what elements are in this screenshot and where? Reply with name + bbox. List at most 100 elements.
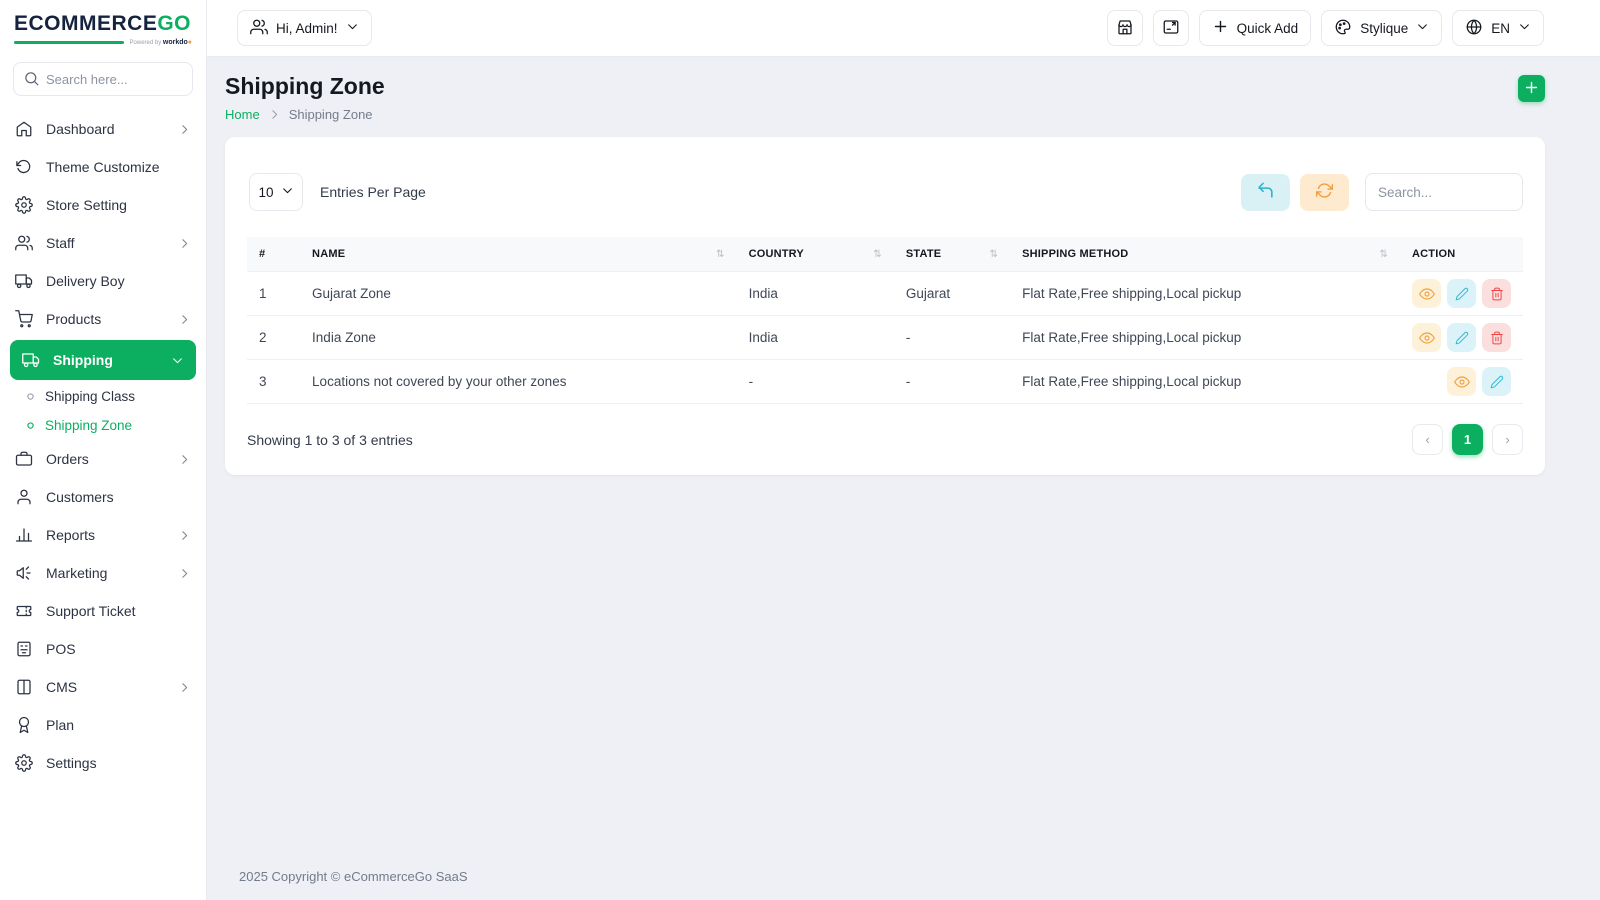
plus-icon — [1523, 79, 1540, 99]
sidebar-item-cms[interactable]: CMS — [0, 668, 206, 706]
sidebar-item-label: Staff — [46, 235, 75, 251]
table-row: 3 Locations not covered by your other zon… — [247, 359, 1523, 404]
sidebar-item-pos[interactable]: POS — [0, 630, 206, 668]
pagination-prev-button[interactable]: ‹ — [1412, 424, 1443, 455]
chevron-down-icon — [281, 184, 294, 200]
view-button[interactable] — [1447, 367, 1476, 396]
column-header-label: # — [259, 248, 266, 260]
cell-number: 2 — [247, 315, 301, 360]
sidebar-item-reports[interactable]: Reports — [0, 516, 206, 554]
pagination-next-button[interactable]: › — [1492, 424, 1523, 455]
sidebar-item-staff[interactable]: Staff — [0, 224, 206, 262]
sidebar-item-products[interactable]: Products — [0, 300, 206, 338]
undo-button[interactable] — [1241, 173, 1290, 211]
edit-button[interactable] — [1447, 279, 1476, 308]
chevron-right-icon — [178, 529, 191, 542]
column-header-shipping-method[interactable]: SHIPPING METHOD ⇅ — [1010, 237, 1400, 272]
sidebar-subitem-shipping-class[interactable]: Shipping Class — [0, 382, 206, 411]
cell-state: - — [893, 315, 1011, 360]
column-header-name[interactable]: NAME ⇅ — [300, 237, 737, 272]
logo-text: ECOMMERCEGO — [14, 12, 192, 36]
sidebar-subitem-shipping-zone[interactable]: Shipping Zone — [0, 411, 206, 440]
cell-name: Locations not covered by your other zone… — [300, 359, 737, 404]
search-icon — [23, 70, 40, 92]
eye-icon — [1418, 286, 1435, 302]
column-header-label: COUNTRY — [748, 248, 804, 260]
theme-label: Stylique — [1360, 20, 1409, 36]
entries-per-page-select[interactable]: 10 — [249, 173, 303, 211]
edit-button[interactable] — [1447, 323, 1476, 352]
truck-icon — [15, 272, 33, 290]
column-header-state[interactable]: STATE ⇅ — [893, 237, 1011, 272]
pagination-page-1-button[interactable]: 1 — [1452, 424, 1483, 455]
cell-shipping-method: Flat Rate,Free shipping,Local pickup — [1010, 315, 1400, 360]
add-shipping-zone-button[interactable] — [1518, 75, 1545, 102]
table-row: 1 Gujarat Zone India Gujarat Flat Rate,Free … — [247, 271, 1523, 316]
sidebar-item-label: CMS — [46, 679, 78, 695]
entries-per-page-value: 10 — [258, 184, 274, 200]
storefront-button[interactable] — [1106, 10, 1143, 46]
sidebar-item-support-ticket[interactable]: Support Ticket — [0, 592, 206, 630]
cell-name: Gujarat Zone — [300, 271, 737, 316]
sidebar-item-dashboard[interactable]: Dashboard — [0, 110, 206, 148]
chevron-right-icon — [178, 681, 191, 694]
chevron-right-icon — [178, 123, 191, 136]
copyright-text: 2025 Copyright © eCommerceGo SaaS — [239, 869, 468, 884]
view-button[interactable] — [1412, 279, 1441, 308]
language-select-button[interactable]: EN — [1452, 10, 1544, 46]
sidebar-item-store-setting[interactable]: Store Setting — [0, 186, 206, 224]
refresh-button[interactable] — [1300, 173, 1349, 211]
sidebar-item-settings[interactable]: Settings — [0, 744, 206, 782]
sidebar-search-input[interactable] — [13, 62, 193, 96]
sidebar-item-label: Marketing — [46, 565, 108, 581]
storefront-icon — [1116, 18, 1134, 39]
sidebar-item-theme-customize[interactable]: Theme Customize — [0, 148, 206, 186]
logo-accent: GO — [157, 12, 192, 35]
briefcase-icon — [15, 450, 33, 468]
chevron-down-icon — [1416, 20, 1429, 36]
sidebar-item-shipping[interactable]: Shipping — [10, 340, 196, 380]
sort-icon[interactable]: ⇅ — [708, 249, 725, 260]
sidebar-item-label: Reports — [46, 527, 96, 543]
content: Shipping Zone Home Shipping Zone 10 Entr… — [207, 57, 1600, 900]
chevron-down-icon — [1518, 20, 1531, 36]
column-header-country[interactable]: COUNTRY ⇅ — [736, 237, 894, 272]
sidebar-item-label: Products — [46, 311, 102, 327]
sidebar-item-delivery-boy[interactable]: Delivery Boy — [0, 262, 206, 300]
chevron-down-icon — [346, 20, 359, 36]
edit-button[interactable] — [1482, 367, 1511, 396]
quick-add-label: Quick Add — [1236, 20, 1299, 36]
sidebar-item-label: Shipping — [53, 352, 113, 368]
breadcrumb-home-link[interactable]: Home — [225, 107, 260, 122]
undo-icon — [1256, 181, 1275, 203]
sort-icon[interactable]: ⇅ — [982, 249, 999, 260]
note-card-button[interactable] — [1152, 10, 1189, 46]
sidebar-item-marketing[interactable]: Marketing — [0, 554, 206, 592]
topbar: Hi, Admin! Quick Add Stylique EN — [207, 0, 1600, 57]
sidebar-item-customers[interactable]: Customers — [0, 478, 206, 516]
cart-icon — [15, 310, 33, 328]
gear-icon — [15, 754, 33, 772]
eye-icon — [1453, 374, 1470, 390]
note-card-icon — [1162, 18, 1180, 39]
sidebar-item-label: Orders — [46, 451, 89, 467]
trash-icon — [1490, 331, 1504, 345]
sidebar-subitem-label: Shipping Zone — [45, 418, 133, 433]
quick-add-button[interactable]: Quick Add — [1198, 10, 1312, 46]
breadcrumb: Home Shipping Zone — [225, 107, 385, 122]
theme-select-button[interactable]: Stylique — [1321, 10, 1443, 46]
user-menu-button[interactable]: Hi, Admin! — [237, 10, 372, 46]
gear-icon — [15, 196, 33, 214]
sidebar-item-plan[interactable]: Plan — [0, 706, 206, 744]
sidebar-item-label: Delivery Boy — [46, 273, 125, 289]
sidebar-item-label: Settings — [46, 755, 97, 771]
sort-icon[interactable]: ⇅ — [1371, 249, 1388, 260]
sidebar-item-orders[interactable]: Orders — [0, 440, 206, 478]
delete-button[interactable] — [1482, 279, 1511, 308]
view-button[interactable] — [1412, 323, 1441, 352]
sidebar-item-label: POS — [46, 641, 76, 657]
sort-icon[interactable]: ⇅ — [865, 249, 882, 260]
delete-button[interactable] — [1482, 323, 1511, 352]
table-search-input[interactable] — [1365, 173, 1523, 211]
columns-icon — [15, 678, 33, 696]
